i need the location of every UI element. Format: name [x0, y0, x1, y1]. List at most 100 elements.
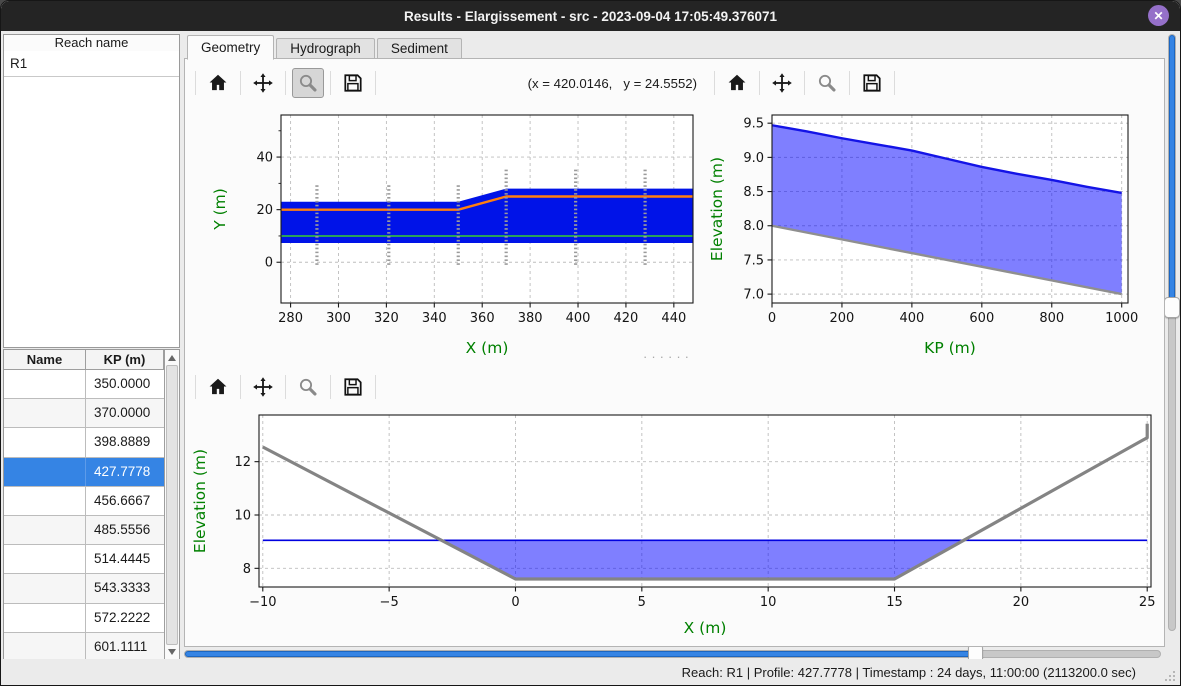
save-button[interactable] — [337, 372, 369, 402]
cell-kp[interactable]: 370.0000 — [86, 399, 164, 427]
splitter-handle[interactable]: ······ — [643, 349, 693, 364]
titlebar[interactable]: Results - Elargissement - src - 2023-09-… — [1, 1, 1180, 31]
save-button[interactable] — [856, 68, 888, 98]
cross-section-chart[interactable]: −10−5051015202581012X (m)Elevation (m) — [189, 409, 1161, 639]
status-bar: Reach: R1 | Profile: 427.7778 | Timestam… — [1, 659, 1180, 685]
svg-text:Y (m): Y (m) — [211, 188, 229, 231]
toolbar-separator — [240, 71, 241, 95]
pan-icon — [252, 72, 274, 94]
svg-text:−10: −10 — [249, 595, 276, 610]
scrollbar-thumb[interactable] — [166, 365, 178, 645]
cell-kp[interactable]: 350.0000 — [86, 370, 164, 398]
tab-hydrograph[interactable]: Hydrograph — [276, 38, 375, 59]
svg-text:360: 360 — [470, 311, 495, 326]
plan-view-chart[interactable]: 28030032034036038040042044002040X (m)Y (… — [189, 107, 701, 359]
tab-bar: Geometry Hydrograph Sediment — [187, 34, 464, 59]
save-icon — [342, 72, 364, 94]
reach-item[interactable]: R1 — [4, 51, 179, 77]
zoom-button[interactable] — [292, 68, 324, 98]
table-row[interactable]: 427.7778 — [4, 458, 164, 487]
cell-kp[interactable]: 601.1111 — [86, 633, 164, 660]
plan-view-panel: (x = 420.0146, y = 24.5552) 280300320340… — [189, 63, 703, 363]
cell-name[interactable] — [4, 604, 86, 632]
table-row[interactable]: 398.8889 — [4, 428, 164, 457]
home-icon — [207, 72, 229, 94]
svg-text:25: 25 — [1139, 595, 1156, 610]
table-row[interactable]: 485.5556 — [4, 516, 164, 545]
table-row[interactable]: 572.2222 — [4, 604, 164, 633]
home-button[interactable] — [721, 68, 753, 98]
cell-name[interactable] — [4, 458, 86, 486]
svg-text:380: 380 — [518, 311, 543, 326]
reach-name-header: Reach name — [3, 34, 180, 52]
cell-kp[interactable]: 485.5556 — [86, 516, 164, 544]
profile-table: Name KP (m) 350.0000370.0000398.8889427.… — [3, 349, 180, 661]
svg-text:Elevation (m): Elevation (m) — [708, 157, 726, 261]
table-row[interactable]: 543.3333 — [4, 574, 164, 603]
pan-button[interactable] — [247, 68, 279, 98]
long-profile-panel: 020040060080010007.07.58.08.59.09.5KP (m… — [708, 63, 1160, 363]
svg-text:8: 8 — [243, 562, 251, 577]
home-button[interactable] — [202, 68, 234, 98]
svg-text:600: 600 — [969, 311, 994, 326]
svg-text:440: 440 — [661, 311, 686, 326]
svg-text:−5: −5 — [380, 595, 399, 610]
save-button[interactable] — [337, 68, 369, 98]
close-button[interactable]: ✕ — [1148, 5, 1169, 26]
table-row[interactable]: 370.0000 — [4, 399, 164, 428]
cell-kp[interactable]: 456.6667 — [86, 487, 164, 515]
svg-text:0: 0 — [511, 595, 519, 610]
pan-button[interactable] — [247, 372, 279, 402]
vertical-slider-handle[interactable] — [1164, 297, 1180, 318]
table-row[interactable]: 601.1111 — [4, 633, 164, 660]
geometry-tab-panel: (x = 420.0146, y = 24.5552) 280300320340… — [184, 58, 1165, 647]
column-header-name[interactable]: Name — [4, 350, 86, 370]
svg-text:8.0: 8.0 — [743, 219, 764, 234]
save-icon — [342, 376, 364, 398]
reach-list[interactable]: R1 — [3, 51, 180, 348]
svg-text:X (m): X (m) — [684, 619, 727, 637]
resize-grip[interactable] — [1163, 669, 1176, 682]
cell-kp[interactable]: 572.2222 — [86, 604, 164, 632]
scroll-up-icon[interactable] — [168, 355, 176, 361]
cell-name[interactable] — [4, 487, 86, 515]
cell-name[interactable] — [4, 516, 86, 544]
vertical-slider-fill — [1169, 35, 1175, 300]
table-scrollbar[interactable] — [164, 350, 179, 660]
cell-name[interactable] — [4, 428, 86, 456]
home-button[interactable] — [202, 372, 234, 402]
table-row[interactable]: 350.0000 — [4, 370, 164, 399]
home-icon — [207, 376, 229, 398]
long-profile-chart[interactable]: 020040060080010007.07.58.08.59.09.5KP (m… — [708, 107, 1140, 359]
svg-text:8.5: 8.5 — [743, 185, 764, 200]
cell-name[interactable] — [4, 633, 86, 660]
table-row[interactable]: 514.4445 — [4, 545, 164, 574]
cell-name[interactable] — [4, 545, 86, 573]
zoom-button[interactable] — [292, 372, 324, 402]
vertical-slider[interactable] — [1168, 34, 1176, 631]
scroll-down-icon[interactable] — [168, 649, 176, 655]
cell-name[interactable] — [4, 370, 86, 398]
svg-text:10: 10 — [234, 509, 251, 524]
tab-sediment[interactable]: Sediment — [377, 38, 462, 59]
app-window: Results - Elargissement - src - 2023-09-… — [0, 0, 1181, 686]
cell-name[interactable] — [4, 574, 86, 602]
status-text: Reach: R1 | Profile: 427.7778 | Timestam… — [682, 665, 1136, 680]
pan-button[interactable] — [766, 68, 798, 98]
svg-text:KP (m): KP (m) — [924, 339, 976, 357]
svg-text:200: 200 — [830, 311, 855, 326]
tab-geometry[interactable]: Geometry — [187, 35, 274, 60]
home-icon — [726, 72, 748, 94]
table-row[interactable]: 456.6667 — [4, 487, 164, 516]
long-profile-toolbar — [708, 63, 1160, 103]
zoom-icon — [297, 72, 319, 94]
cell-kp[interactable]: 514.4445 — [86, 545, 164, 573]
column-header-kp[interactable]: KP (m) — [86, 350, 164, 370]
cell-kp[interactable]: 398.8889 — [86, 428, 164, 456]
zoom-button[interactable] — [811, 68, 843, 98]
cell-kp[interactable]: 543.3333 — [86, 574, 164, 602]
cell-kp[interactable]: 427.7778 — [86, 458, 164, 486]
time-slider[interactable] — [184, 650, 1161, 658]
cell-name[interactable] — [4, 399, 86, 427]
svg-text:800: 800 — [1039, 311, 1064, 326]
